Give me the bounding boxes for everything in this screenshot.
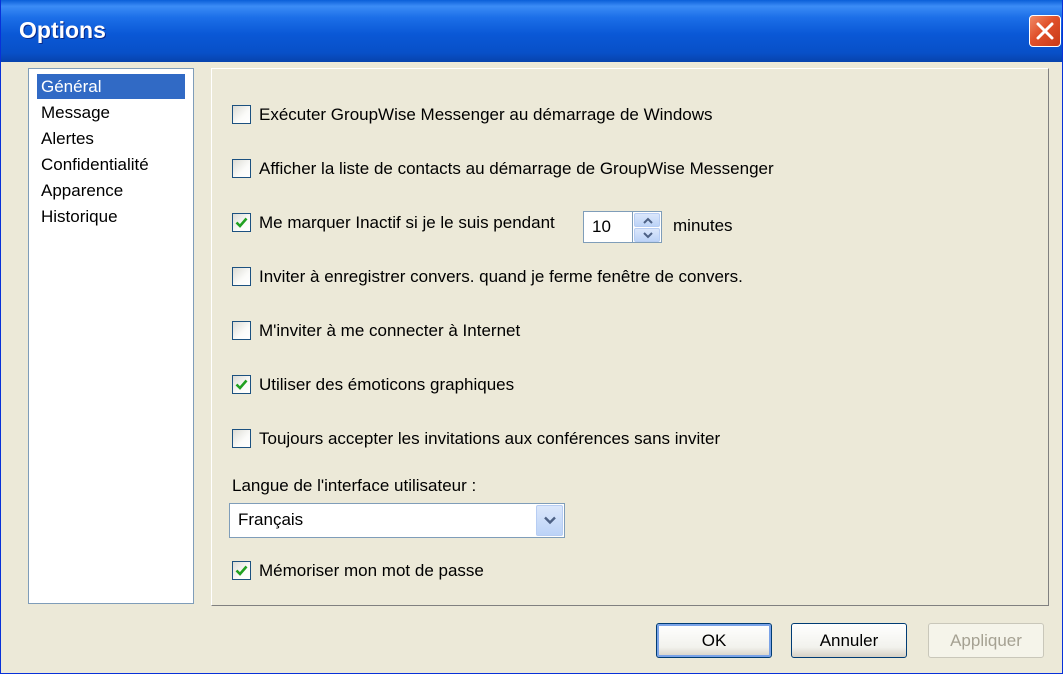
- idle-minutes-unit: minutes: [673, 216, 733, 235]
- checkbox[interactable]: [232, 561, 251, 580]
- option-label: Utiliser des émoticons graphiques: [259, 375, 515, 394]
- spin-up-button[interactable]: [634, 213, 660, 227]
- close-button[interactable]: [1029, 15, 1061, 47]
- nav-item-privacy[interactable]: Confidentialité: [37, 152, 153, 177]
- option-label: Toujours accepter les invitations aux co…: [259, 429, 721, 448]
- chevron-down-icon: [643, 232, 653, 239]
- checkbox[interactable]: [232, 267, 251, 286]
- option-label: Inviter à enregistrer convers. quand je …: [259, 267, 743, 286]
- check-icon: [235, 565, 248, 576]
- options-dialog: Options Général Message Alertes Confiden…: [0, 0, 1063, 674]
- option-label: Afficher la liste de contacts au démarra…: [259, 159, 774, 178]
- chevron-up-icon: [643, 217, 653, 224]
- checkbox[interactable]: [232, 375, 251, 394]
- nav-item-message[interactable]: Message: [37, 100, 114, 125]
- language-select[interactable]: Français: [229, 503, 565, 538]
- option-label: Mémoriser mon mot de passe: [259, 561, 484, 580]
- cancel-button[interactable]: Annuler: [791, 623, 907, 658]
- checkbox[interactable]: [232, 213, 251, 232]
- spin-down-button[interactable]: [634, 228, 660, 242]
- nav-item-appearance[interactable]: Apparence: [37, 178, 127, 203]
- category-list[interactable]: Général Message Alertes Confidentialité …: [28, 68, 194, 604]
- language-label: Langue de l'interface utilisateur :: [232, 476, 477, 495]
- checkbox[interactable]: [232, 105, 251, 124]
- nav-item-general[interactable]: Général: [37, 74, 185, 99]
- ok-button[interactable]: OK: [656, 623, 772, 658]
- option-label: Me marquer Inactif si je le suis pendant: [259, 213, 555, 232]
- check-icon: [235, 379, 248, 390]
- option-label: M'inviter à me connecter à Internet: [259, 321, 521, 340]
- chevron-down-icon: [544, 516, 556, 525]
- apply-button[interactable]: Appliquer: [928, 623, 1044, 658]
- language-dropdown-button[interactable]: [536, 505, 563, 536]
- check-icon: [235, 217, 248, 228]
- idle-minutes-input[interactable]: 10: [583, 211, 633, 243]
- language-selected-value: Français: [238, 510, 304, 529]
- option-label: Exécuter GroupWise Messenger au démarrag…: [259, 105, 713, 124]
- nav-item-history[interactable]: Historique: [37, 204, 122, 229]
- title-bar[interactable]: Options: [1, 0, 1062, 62]
- checkbox[interactable]: [232, 321, 251, 340]
- checkbox[interactable]: [232, 159, 251, 178]
- window-title: Options: [19, 17, 106, 43]
- idle-minutes-spinner[interactable]: [633, 211, 662, 243]
- checkbox[interactable]: [232, 429, 251, 448]
- close-icon: [1036, 22, 1054, 40]
- nav-item-alerts[interactable]: Alertes: [37, 126, 98, 151]
